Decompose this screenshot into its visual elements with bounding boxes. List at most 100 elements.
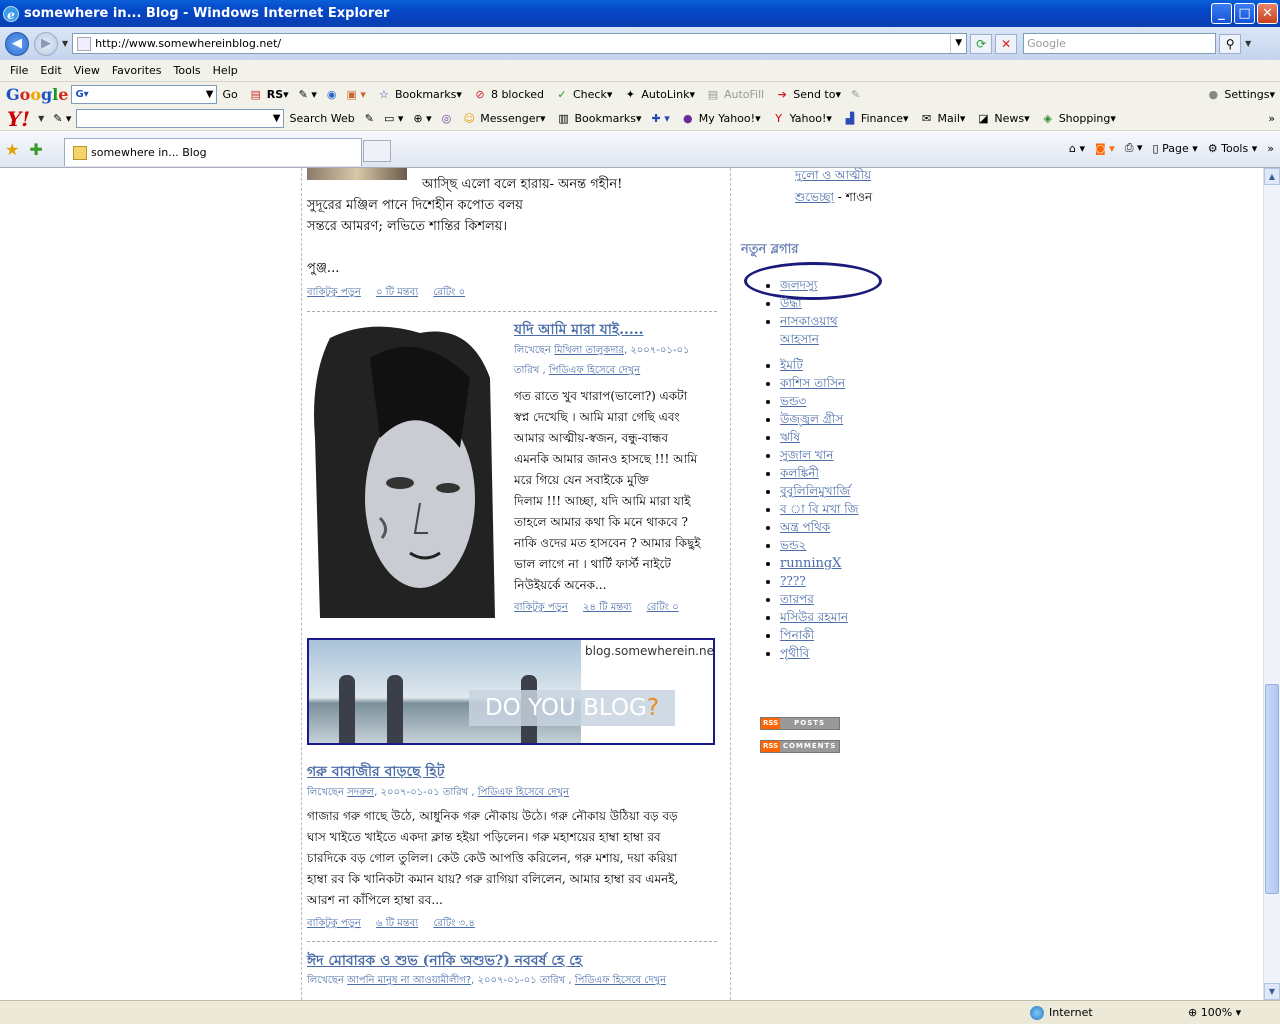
pdf-link[interactable]: পিডিএফ হিসেবে দেখুন xyxy=(549,365,640,376)
mail-button[interactable]: ✉ Mail ▾ xyxy=(919,111,965,127)
comments-link[interactable]: ৬ টি মন্তব্য xyxy=(376,918,418,929)
add-favorites-icon[interactable]: ✚ xyxy=(29,140,42,159)
window-icon[interactable]: ▭ ▾ xyxy=(384,112,403,125)
rating-link[interactable]: রেটিং ০ xyxy=(433,287,465,298)
blogger-link[interactable]: তারপর xyxy=(780,592,814,606)
scroll-thumb[interactable] xyxy=(1265,684,1279,894)
maximize-button[interactable]: □ xyxy=(1234,3,1255,24)
menu-help[interactable]: Help xyxy=(213,64,238,77)
scroll-up-icon[interactable]: ▲ xyxy=(1264,168,1280,185)
blogger-link[interactable]: ???? xyxy=(780,574,806,588)
menu-tools[interactable]: Tools xyxy=(174,64,201,77)
rating-link[interactable]: রেটিং ৩.৪ xyxy=(433,918,475,929)
history-dropdown-icon[interactable]: ▼ xyxy=(62,39,68,48)
refresh-button[interactable]: ⟳ xyxy=(970,33,993,54)
menu-view[interactable]: View xyxy=(74,64,100,77)
dropdown-icon[interactable]: ▼ xyxy=(206,89,214,100)
minimize-button[interactable]: _ xyxy=(1211,3,1232,24)
blogger-link[interactable]: মসিউর রহমান xyxy=(780,610,848,624)
rss-comments-badge[interactable]: RSS COMMENTS xyxy=(760,740,840,753)
messenger-button[interactable]: ☺ Messenger ▾ xyxy=(461,111,546,127)
blogger-link[interactable]: ভন্ড২ xyxy=(780,538,806,552)
favorites-star-icon[interactable]: ★ xyxy=(5,140,19,159)
chevron-right-icon[interactable]: » xyxy=(1267,142,1274,155)
pencil-icon[interactable]: ✎ xyxy=(851,88,860,101)
read-more-link[interactable]: বাকিটুকু পড়ুন xyxy=(514,602,568,613)
autolink-button[interactable]: ✦ AutoLink ▾ xyxy=(622,87,695,103)
home-icon[interactable]: ⌂ ▾ xyxy=(1069,142,1085,155)
headphones-icon[interactable]: ◎ xyxy=(442,112,452,125)
post3-title[interactable]: ঈদ মোবারক ও শুভ (নাকি অশুভ?) নববর্ষ হে হ… xyxy=(307,949,582,973)
pdf-link[interactable]: পিডিএফ হিসেবে দেখুন xyxy=(575,975,666,986)
blogger-link[interactable]: কাশিস তাসিন xyxy=(780,376,845,390)
feeds-icon[interactable]: ◙ ▾ xyxy=(1095,142,1115,155)
rating-link[interactable]: রেটিং ০ xyxy=(647,602,679,613)
yahoo-logo[interactable]: Y! xyxy=(7,107,30,130)
scroll-down-icon[interactable]: ▼ xyxy=(1264,983,1280,1000)
vertical-scrollbar[interactable]: ▲ ▼ xyxy=(1263,168,1280,1000)
highlight-icon[interactable]: ✎ xyxy=(365,112,374,125)
spell-icon[interactable]: ✎ ▾ xyxy=(299,88,317,101)
blogger-link[interactable]: ভন্ড৩ xyxy=(780,394,806,408)
read-more-link[interactable]: বাকিটুকু পড়ুন xyxy=(307,287,361,298)
zoom-control[interactable]: ⊕ 100% ▾ xyxy=(1188,1006,1241,1019)
new-tab-button[interactable] xyxy=(363,140,391,162)
bookmarks-button[interactable]: ☆ Bookmarks ▾ xyxy=(376,87,462,103)
blogger-link[interactable]: পৃথীবি xyxy=(780,646,809,660)
yahoo-bookmarks-button[interactable]: ▥ Bookmarks ▾ xyxy=(556,111,641,127)
page-menu[interactable]: ▯ Page ▾ xyxy=(1153,142,1198,155)
search-dropdown-icon[interactable]: ▼ xyxy=(273,113,281,124)
toolbox-icon[interactable]: ▣ ▾ xyxy=(347,88,366,101)
read-more-link[interactable]: বাকিটুকু পড়ুন xyxy=(307,918,361,929)
blogger-link[interactable]: উজ্জ্বল গ্রীস xyxy=(780,412,843,426)
check-button[interactable]: ✓ Check ▾ xyxy=(554,87,612,103)
menu-edit[interactable]: Edit xyxy=(40,64,61,77)
tools-menu[interactable]: ⚙ Tools ▾ xyxy=(1208,142,1258,155)
news-button[interactable]: ◪ News ▾ xyxy=(975,111,1029,127)
yahoo-search-input[interactable]: ▼ xyxy=(76,109,285,128)
ad-banner[interactable]: DO YOU BLOG? blog.somewherein.net xyxy=(307,638,715,745)
menu-favorites[interactable]: Favorites xyxy=(112,64,162,77)
pencil-icon[interactable]: ✎ ▾ xyxy=(53,112,71,125)
yahoo-dropdown-icon[interactable]: ▼ xyxy=(38,114,44,123)
settings-button[interactable]: ● Settings ▾ xyxy=(1205,87,1275,103)
search-web-button[interactable]: Search Web xyxy=(289,112,354,125)
comments-link[interactable]: ০ টি মন্তব্য xyxy=(376,287,418,298)
close-button[interactable]: ✕ xyxy=(1257,3,1278,24)
blogger-link[interactable]: ঋষি xyxy=(780,430,800,444)
security-zone[interactable]: Internet xyxy=(1030,1005,1093,1020)
url-text[interactable]: http://www.somewhereinblog.net/ xyxy=(95,37,950,50)
blogger-link[interactable]: নাসকাওয়াথ xyxy=(780,314,838,328)
author-link[interactable]: আপনি মানুষ না আওয়ামীলীগ? xyxy=(347,975,471,986)
go-button[interactable]: Go xyxy=(222,88,237,101)
author-link[interactable]: সদরুল xyxy=(347,787,374,798)
globe-icon[interactable]: ⊕ ▾ xyxy=(413,112,431,125)
sidebar-post-link[interactable]: দুলো ও আত্মীয় xyxy=(795,168,871,182)
rss-posts-badge[interactable]: RSS POSTS xyxy=(760,717,840,730)
yahoo-button[interactable]: Y Yahoo! ▾ xyxy=(771,111,832,127)
finance-button[interactable]: ▟ Finance ▾ xyxy=(842,111,909,127)
forward-button[interactable]: ▶ xyxy=(34,31,58,56)
blogger-link[interactable]: আহসান xyxy=(780,332,819,346)
search-dropdown-icon[interactable]: ▼ xyxy=(1245,39,1251,48)
url-dropdown-icon[interactable]: ▼ xyxy=(950,34,966,53)
author-link[interactable]: মিথিলা তালুকদার xyxy=(554,345,624,356)
shopping-button[interactable]: ◈ Shopping ▾ xyxy=(1040,111,1115,127)
blogger-link[interactable]: ব া বি মখা জি xyxy=(780,502,858,516)
autofill-button[interactable]: ▤ AutoFill xyxy=(705,87,764,103)
blogger-link[interactable]: উদ্ধা xyxy=(780,296,802,310)
add-icon[interactable]: ✚ ▾ xyxy=(652,112,670,125)
globe-icon[interactable]: ◉ xyxy=(327,88,337,101)
search-input[interactable]: Google xyxy=(1023,33,1217,54)
menu-file[interactable]: File xyxy=(10,64,28,77)
blogger-link[interactable]: ইমটি xyxy=(780,358,803,372)
blogger-link[interactable]: বুবুলিলিমুখার্জি xyxy=(780,484,850,498)
stop-button[interactable]: ✕ xyxy=(995,33,1018,54)
post1-title[interactable]: যদি আমি মারা যাই..... xyxy=(514,318,644,342)
blogger-link[interactable]: সুজাল খান xyxy=(780,448,833,462)
sidebar-post-link[interactable]: শুভেচ্ছা xyxy=(795,190,834,204)
tab-current[interactable]: somewhere in... Blog xyxy=(64,138,362,166)
rs-button[interactable]: ▤ RS ▾ xyxy=(248,87,289,103)
google-search-box[interactable]: G▾ ▼ xyxy=(71,85,218,104)
my-yahoo-button[interactable]: ● My Yahoo! ▾ xyxy=(680,111,761,127)
